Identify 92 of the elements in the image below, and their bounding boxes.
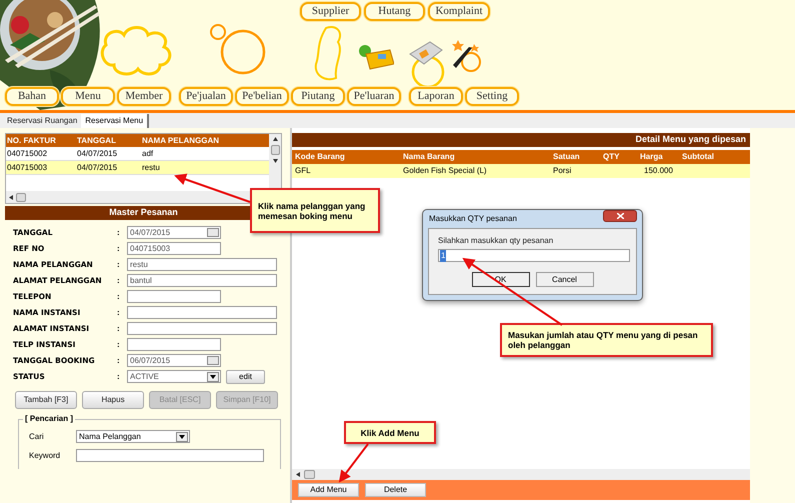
keyword-field[interactable] [76,449,264,462]
dialog-title: Masukkan QTY pesanan [428,213,517,225]
tag-icon [408,40,444,66]
dialog-button[interactable]: Cancel [536,272,594,287]
text-field[interactable]: restu [127,258,277,271]
down-arrow-icon[interactable] [272,159,278,163]
nav-button[interactable]: Supplier [300,2,361,21]
prompt-text: Silahkan masukkan qty pesanan [438,235,554,247]
close-button[interactable] [603,210,637,222]
up-arrow-icon[interactable] [272,137,278,141]
search-dropdown[interactable]: Nama Pelanggan [76,430,190,443]
footer-button[interactable]: Delete [365,483,426,497]
field-label: Keyword [29,450,62,462]
colon: : [117,226,120,238]
qty-input[interactable]: 1 [438,249,630,262]
nav-button[interactable]: Menu [61,87,115,106]
close-icon [616,213,624,219]
field-label: Cari [29,430,45,442]
nav-button[interactable]: Pe'jualan [179,87,233,106]
text-field[interactable] [127,322,277,335]
colon: : [117,274,120,286]
calendar-icon[interactable] [207,356,219,365]
scroll-thumb[interactable] [16,192,26,202]
nav-button[interactable]: Komplaint [428,2,490,21]
id-card-icon [358,44,394,70]
caret-icon [207,372,219,382]
nav-button[interactable]: Bahan [5,87,59,106]
colon: : [117,290,120,302]
left-arrow-icon[interactable] [296,472,300,477]
invoice-row[interactable]: 040715003 04/07/2015 restu [6,161,269,175]
date-field[interactable]: 04/07/2015 [127,226,221,239]
nav-button[interactable]: Piutang [291,87,345,106]
group-title: [ Pencarian ] [23,413,76,425]
column-header: Satuan [552,151,581,163]
text-field[interactable] [127,290,221,303]
column-header: Nama Barang [402,151,456,163]
action-button[interactable]: Hapus [82,391,144,409]
column-header: Subtotal [681,151,715,163]
colon: : [117,354,120,366]
column-header: NAMA PELANGGAN [141,134,220,146]
menu-row[interactable]: GFL Golden Fish Special (L) Porsi 150.000 [292,164,750,178]
table-cell-text: Porsi [552,165,572,177]
nav-button[interactable]: Laporan [409,87,463,106]
calendar-icon[interactable] [207,228,219,237]
invoice-row[interactable]: 040715002 04/07/2015 adf [6,147,269,161]
nav-button[interactable]: Pe'luaran [347,87,401,106]
column-header: Harga [639,151,664,163]
table-cell-text: 040715003 [6,162,48,174]
colon: : [117,338,120,350]
table-cell-text: adf [141,148,154,160]
tab[interactable]: Reservasi Menu [81,114,150,128]
text-field[interactable] [127,338,221,351]
colon: : [117,242,120,254]
text-field[interactable] [127,306,277,319]
table-cell-text: 040715002 [6,148,48,160]
footer-button[interactable]: Add Menu [298,483,359,497]
scroll-thumb[interactable] [270,145,280,155]
date-field[interactable]: 06/07/2015 [127,354,221,367]
pointer-arrow [338,443,369,483]
table-cell-text: 04/07/2015 [76,148,118,160]
column-header: QTY [602,151,620,163]
table-cell-text: Golden Fish Special (L) [402,165,488,177]
left-arrow-icon[interactable] [9,194,13,200]
action-button[interactable]: Tambah [F3] [15,391,77,409]
status-dropdown[interactable]: ACTIVE [127,370,221,383]
nav-button[interactable]: Pe'belian [235,87,289,106]
nav-button[interactable]: Setting [465,87,519,106]
edit-button[interactable]: edit [226,370,265,384]
magic-wand-icon [452,38,480,70]
tab[interactable]: Reservasi Ruangan [3,114,82,128]
text-field[interactable]: bantul [127,274,277,287]
caret-icon [176,432,188,442]
scroll-thumb[interactable] [304,470,315,479]
table-cell-text: 04/07/2015 [76,162,118,174]
table-cell-text: GFL [294,165,312,177]
column-header: Kode Barang [294,151,346,163]
colon: : [117,306,120,318]
callout-note: Klik nama pelanggan yang memesan boking menu [250,188,380,233]
nav-button[interactable]: Hutang [364,2,425,21]
text-field[interactable]: 040715003 [127,242,221,255]
callout-note: Klik Add Menu [344,421,436,444]
horizontal-scrollbar[interactable] [292,469,750,480]
section-header: Detail Menu yang dipesan [292,133,750,147]
column-header: TANGGAL [76,134,117,146]
colon: : [117,322,120,334]
table-cell-text: 150.000 [643,165,674,177]
column-header: NO. FAKTUR [6,134,57,146]
table-cell-text: restu [141,162,161,174]
nav-button[interactable]: Member [117,87,171,106]
callout-note: Masukan jumlah atau QTY menu yang di pesan oleh pelanggan [500,323,713,357]
colon: : [117,258,120,270]
colon: : [117,370,120,382]
